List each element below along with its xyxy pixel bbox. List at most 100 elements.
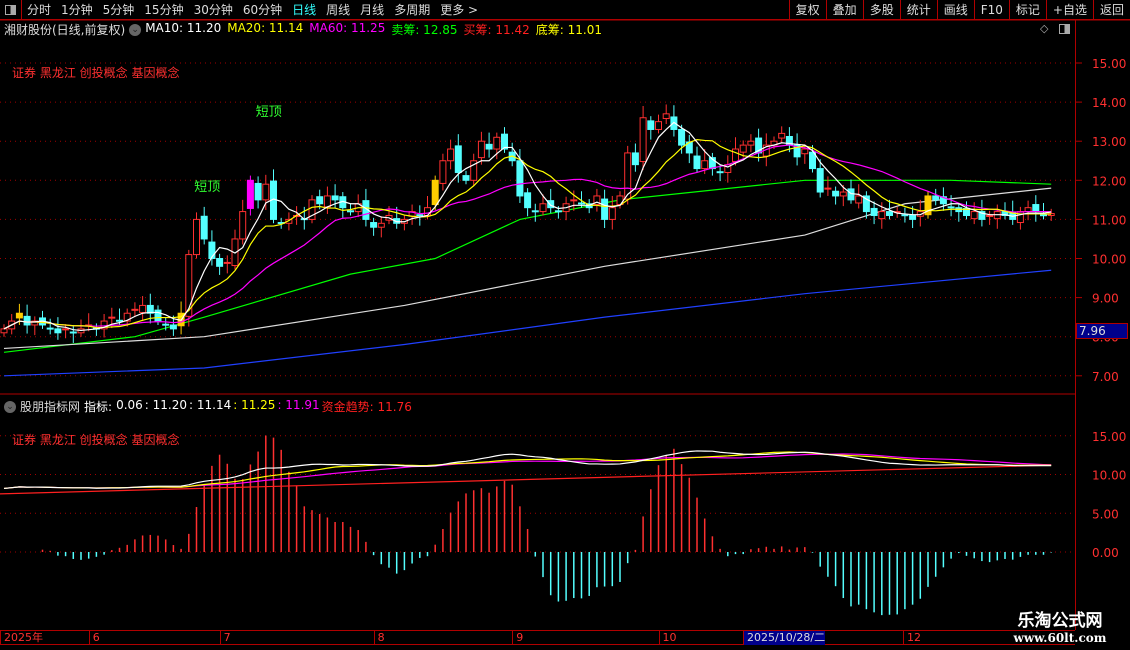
candle-body <box>524 192 532 209</box>
candle-body <box>647 120 655 130</box>
candle-body <box>716 171 724 174</box>
candle-body <box>0 328 8 334</box>
candle-body <box>331 195 339 201</box>
date-label: 9 <box>512 631 523 645</box>
candle-body <box>424 207 431 216</box>
candle-body <box>62 328 70 331</box>
candle-body <box>246 179 254 209</box>
candle-body <box>69 331 77 334</box>
candle-body <box>316 196 324 205</box>
candle-body <box>539 203 547 213</box>
candle-body <box>801 148 809 155</box>
candle-body <box>970 211 978 220</box>
candle-body <box>239 211 247 240</box>
candle-body <box>377 222 385 228</box>
watermark: 乐淘公式网 www.60lt.com <box>1013 611 1107 645</box>
current-price-label: 7.96 <box>1076 323 1128 339</box>
candle-body <box>832 190 840 197</box>
candle-body <box>347 210 354 213</box>
date-label: 7 <box>219 631 231 645</box>
candle-body <box>223 261 231 264</box>
candle-body <box>431 179 439 206</box>
candle-body <box>655 121 662 130</box>
candle-body <box>855 195 863 204</box>
candle-body <box>631 152 639 166</box>
price-tick-label: 10.00 <box>1092 253 1126 267</box>
candle-body <box>662 113 670 120</box>
sub-tick-label: 0.00 <box>1092 546 1119 560</box>
candle-body <box>601 198 609 220</box>
candle-body <box>701 160 709 170</box>
candle-body <box>154 309 162 322</box>
ma20-line <box>3 144 1052 330</box>
candle-body <box>947 206 955 209</box>
sub-tick-label: 5.00 <box>1092 507 1119 521</box>
candle-body <box>747 140 755 146</box>
candle-body <box>986 214 994 217</box>
candle-body <box>439 160 447 184</box>
candle-body <box>739 144 747 153</box>
kline-chart[interactable]: 15.0014.0013.0012.0011.0010.009.008.007.… <box>0 0 1130 650</box>
price-tick-label: 15.00 <box>1092 57 1126 71</box>
date-label: 6 <box>88 631 100 645</box>
candle-body <box>839 191 847 197</box>
candle-body <box>447 148 455 162</box>
candle-body <box>116 319 123 322</box>
price-tick-label: 14.00 <box>1092 96 1126 110</box>
candle-body <box>778 132 786 139</box>
candle-body <box>501 133 508 150</box>
candle-body <box>108 316 116 319</box>
date-label: 2025年 <box>0 631 43 645</box>
candle-body <box>254 182 262 201</box>
candle-body <box>462 175 470 181</box>
candle-body <box>732 148 739 163</box>
candle-body <box>416 214 424 217</box>
date-axis: 2025年 6 7 8 9 10 2025/10/28/二 12 <box>0 630 1075 645</box>
ma10-line <box>3 139 1052 330</box>
candle-body <box>485 143 493 150</box>
candle-body <box>578 202 585 205</box>
candle-body <box>477 140 485 159</box>
candle-body <box>639 117 647 163</box>
candle-body <box>678 128 686 146</box>
candle-body <box>901 214 909 217</box>
fund-trend-line <box>0 464 1051 495</box>
candle-body <box>693 155 701 170</box>
candle-body <box>139 304 147 313</box>
price-tick-label: 9.00 <box>1092 292 1119 306</box>
candle-body <box>23 315 31 326</box>
candle-body <box>886 211 893 216</box>
candle-body <box>54 328 62 334</box>
short-top-annotation: 短顶 <box>194 180 220 195</box>
date-label: 10 <box>658 631 677 645</box>
candle-body <box>216 258 224 267</box>
candle-body <box>323 195 331 208</box>
candle-body <box>193 218 200 256</box>
date-label: 12 <box>903 631 921 645</box>
ma5-line <box>3 121 1052 332</box>
date-label: 8 <box>373 631 385 645</box>
candle-body <box>262 183 270 201</box>
candle-body <box>1040 214 1047 217</box>
candle-body <box>1032 204 1040 213</box>
candle-body <box>531 210 539 213</box>
price-tick-label: 12.00 <box>1092 174 1126 188</box>
candle-body <box>570 199 578 202</box>
candle-body <box>46 327 54 330</box>
ma250-line <box>3 269 1052 377</box>
candle-body <box>816 168 824 193</box>
candle-body <box>493 136 501 150</box>
candle-body <box>162 323 170 326</box>
price-tick-label: 7.00 <box>1092 370 1119 384</box>
candle-body <box>454 145 462 173</box>
candle-body <box>554 210 562 213</box>
candle-body <box>15 312 23 319</box>
sub-tick-label: 15.00 <box>1092 430 1126 444</box>
price-tick-label: 13.00 <box>1092 135 1126 149</box>
candle-body <box>608 207 616 220</box>
short-top-annotation: 短顶 <box>256 105 282 120</box>
candle-body <box>370 222 378 228</box>
candle-body <box>824 187 832 190</box>
candle-body <box>200 215 208 240</box>
candle-body <box>131 308 139 311</box>
